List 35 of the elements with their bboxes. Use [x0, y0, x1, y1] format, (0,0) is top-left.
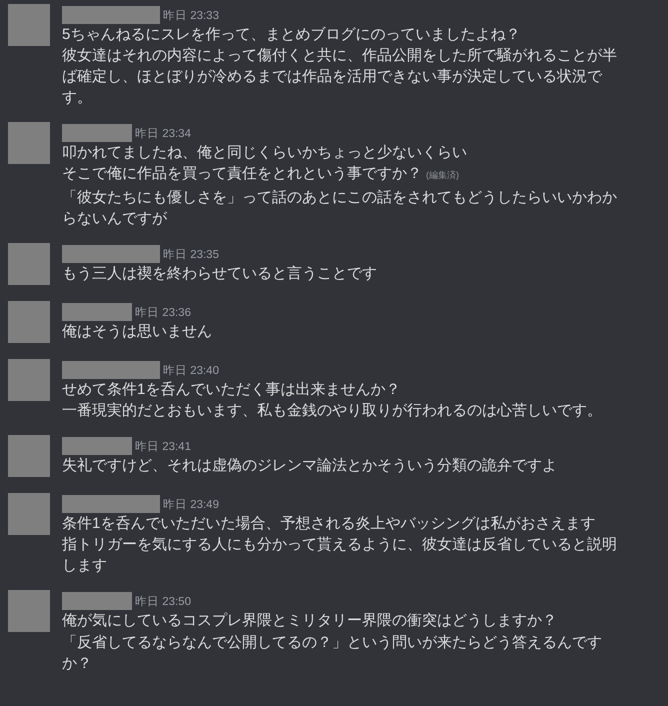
message-timestamp: 昨日 23:34 [135, 126, 191, 142]
message-timestamp: 昨日 23:36 [135, 306, 191, 321]
message-text: 5ちゃんねるにスレを作って、まとめブログにのっていましたよね？ [62, 26, 520, 43]
message-text: 俺が気にしているコスプレ界隈とミリタリー界隈の衝突はどうしますか？ [62, 612, 557, 629]
message-timestamp: 昨日 23:35 [163, 248, 219, 263]
message-timestamp: 昨日 23:40 [163, 364, 219, 379]
avatar-placeholder [8, 590, 50, 632]
message-text: 条件1を呑んでいただいた場合、予想される炎上やバッシングは私がおさえます [62, 515, 596, 532]
redacted-name [62, 303, 132, 321]
edited-label: (編集済) [426, 170, 459, 180]
redacted-name [62, 437, 132, 455]
message-timestamp: 昨日 23:50 [135, 594, 191, 610]
avatar-placeholder [8, 359, 50, 401]
avatar-placeholder [8, 435, 50, 477]
message-timestamp: 昨日 23:33 [163, 8, 219, 24]
message-text: もう三人は禊を終わらせていると言うことです [62, 265, 377, 282]
avatar-placeholder [8, 4, 50, 46]
message-text: 失礼ですけど、それは虚偽のジレンマ論法とかそういう分類の詭弁ですよ [62, 457, 557, 474]
message-text: 一番現実的だとおもいます、私も金銭のやり取りが行われるのは心苦しいです。 [62, 402, 602, 419]
message-text: せめて条件1を呑んでいただく事は出来ませんか？ [62, 381, 400, 398]
redacted-name [62, 124, 132, 142]
message-timestamp: 昨日 23:41 [135, 440, 191, 455]
redacted-name [62, 592, 132, 610]
message-text: 彼女達はそれの内容によって傷付くと共に、作品公開をした所で騒がれることが半ば確定し、ほとぼりが冷めるまでは作品を活用できない事が決定している状況です。 [62, 47, 617, 106]
message-timestamp: 昨日 23:49 [163, 498, 219, 513]
avatar-placeholder [8, 243, 50, 285]
message-text: 俺はそうは思いません [62, 323, 212, 340]
avatar-placeholder [8, 301, 50, 343]
message-text: 「反省してるならなんで公開してるの？」という問いが来たらどう答えるんですか？ [62, 634, 602, 672]
avatar-placeholder [8, 122, 50, 164]
message-text: そこで俺に作品を買って責任をとれという事ですか？ [62, 165, 422, 182]
message-text: 叩かれてましたね、俺と同じくらいかちょっと少ないくらい [62, 144, 467, 161]
message-text: 指トリガーを気にする人にも分かって貰えるように、彼女達は反省していると説明します [62, 536, 617, 574]
avatar-placeholder [8, 493, 50, 535]
message-text: 「彼女たちにも優しさを」って話のあとにこの話をされてもどうしたらいいかわからないんですが [62, 189, 617, 227]
